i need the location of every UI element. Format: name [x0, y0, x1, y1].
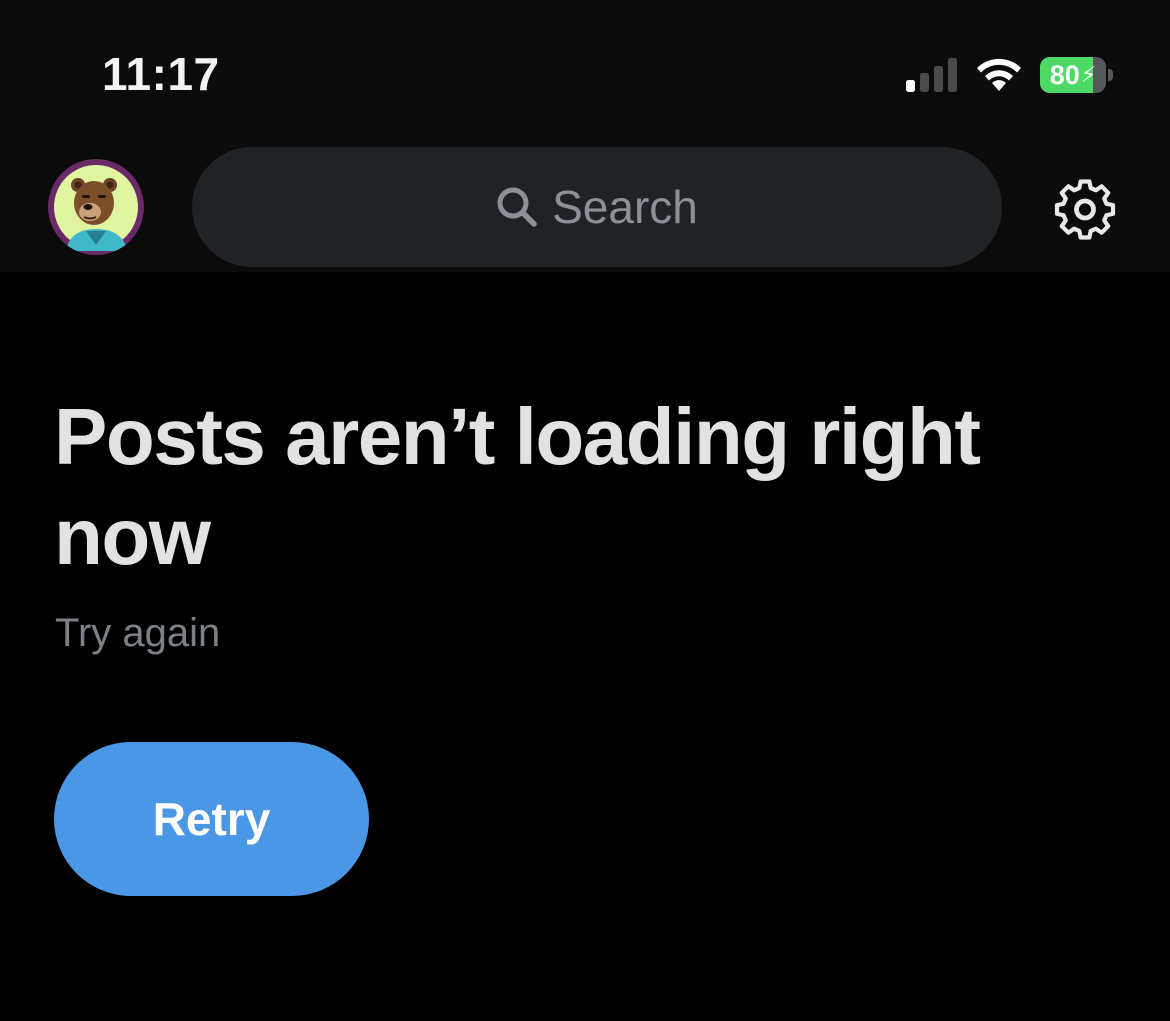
status-bar-time: 11:17	[102, 48, 220, 100]
charging-bolt-icon: ⚡	[1080, 62, 1097, 87]
error-subtitle: Try again	[55, 611, 221, 655]
battery-charging-icon: 80 ⚡	[1040, 57, 1113, 93]
battery-tip	[1108, 69, 1113, 81]
gear-icon[interactable]	[1053, 176, 1117, 240]
app-screen: 11:17 80 ⚡ Search Posts aren’t loading r…	[0, 0, 1170, 1021]
battery-body: 80 ⚡	[1040, 57, 1106, 93]
wifi-icon	[977, 58, 1021, 91]
battery-percentage: 80 ⚡	[1040, 57, 1106, 93]
top-navigation-bar: 11:17 80 ⚡ Search	[0, 0, 1170, 272]
retry-button[interactable]: Retry	[54, 742, 369, 896]
search-icon	[497, 187, 537, 227]
search-bar[interactable]: Search	[192, 147, 1002, 267]
search-input[interactable]: Search	[552, 182, 698, 232]
cellular-signal-icon	[906, 58, 957, 92]
profile-avatar[interactable]	[48, 159, 144, 255]
battery-percentage-value: 80	[1049, 59, 1080, 90]
error-title: Posts aren’t loading right now	[54, 392, 981, 581]
signal-bar-4	[948, 58, 957, 92]
signal-bar-1	[906, 80, 915, 92]
signal-bar-2	[920, 73, 929, 92]
bear-avatar-icon	[54, 165, 138, 251]
signal-bar-3	[934, 66, 943, 92]
